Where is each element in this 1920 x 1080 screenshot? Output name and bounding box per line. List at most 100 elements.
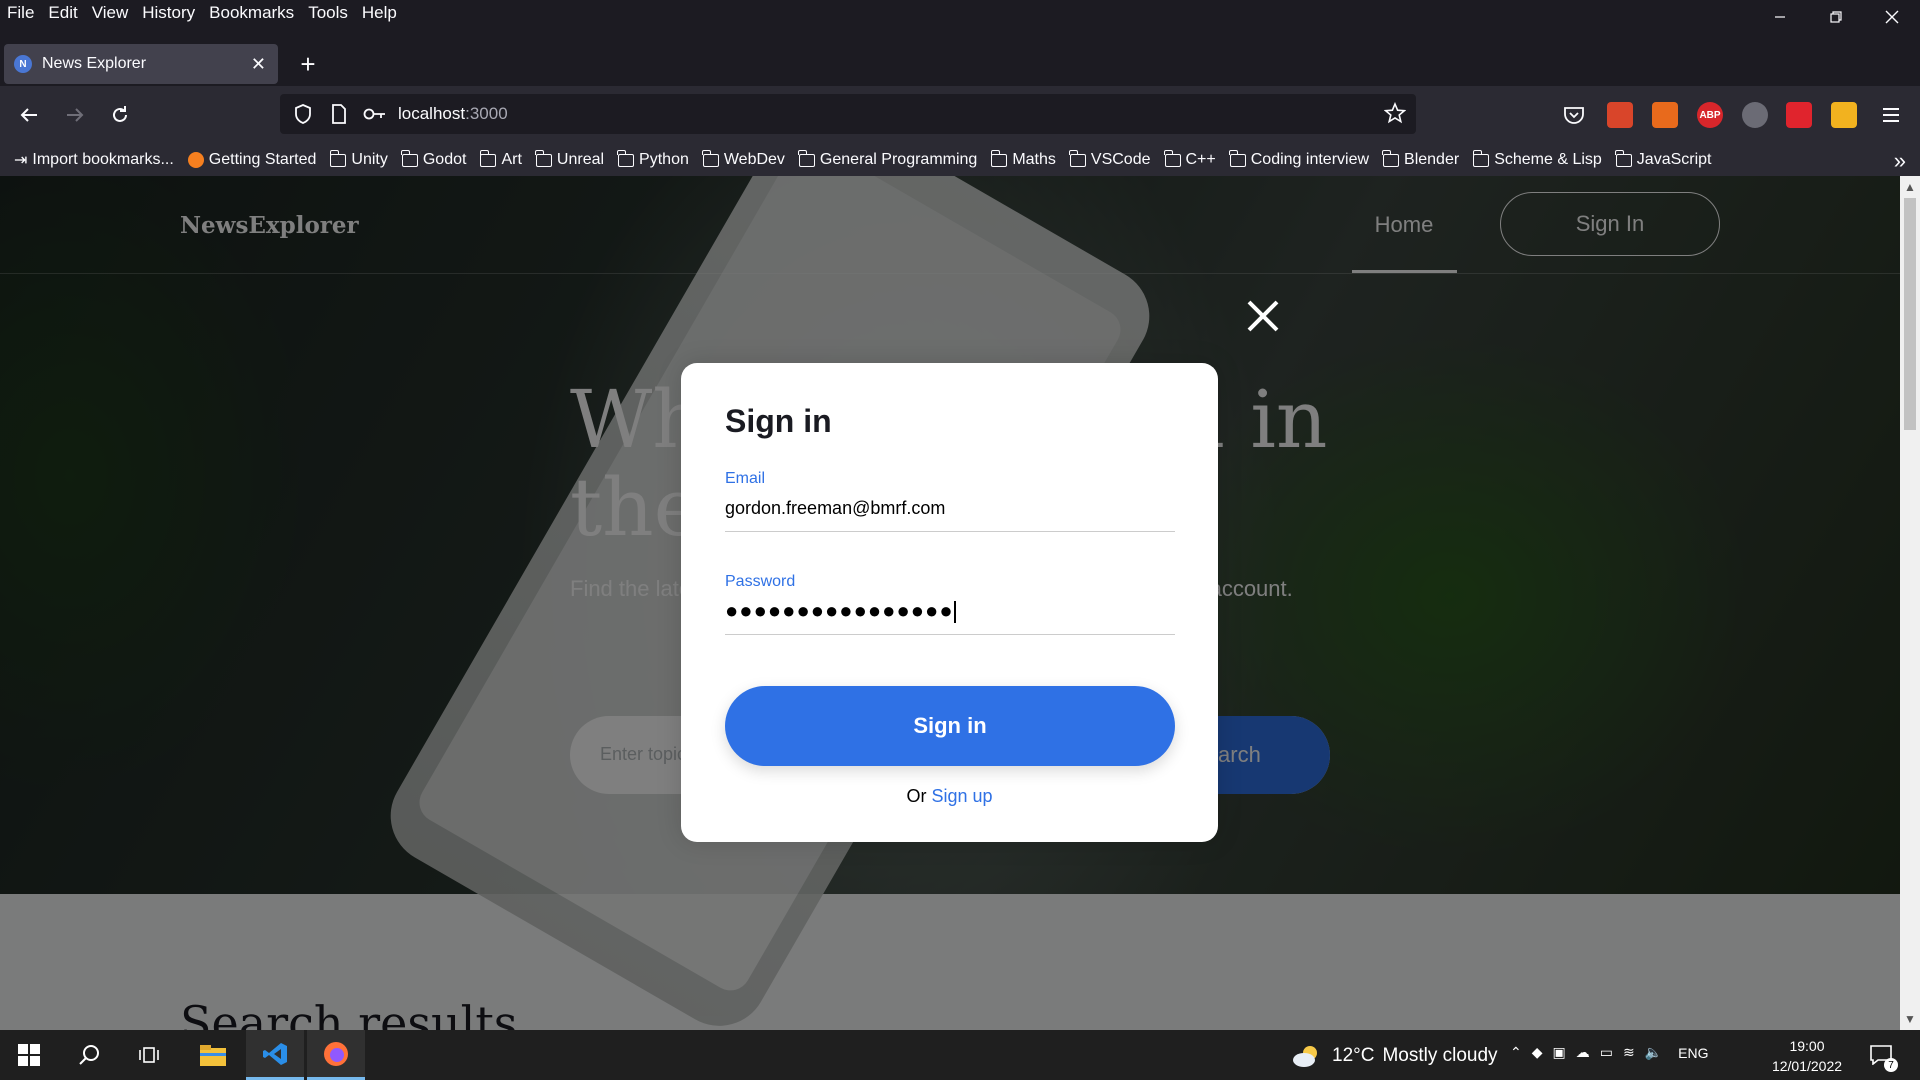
menu-view[interactable]: View <box>92 3 129 23</box>
show-hidden-icons-chevron-icon[interactable]: ⌃ <box>1510 1044 1522 1061</box>
close-window-button[interactable] <box>1864 0 1920 34</box>
forward-button[interactable] <box>58 98 92 132</box>
file-explorer-button[interactable] <box>184 1030 242 1080</box>
bookmark-folder-art[interactable]: Art <box>479 149 522 169</box>
folder-icon <box>1382 149 1400 167</box>
app-menu-button[interactable] <box>1874 98 1908 132</box>
menu-help[interactable]: Help <box>362 3 397 23</box>
search-icon <box>79 1045 99 1065</box>
folder-icon <box>990 149 1008 167</box>
bookmark-folder-general-programming[interactable]: General Programming <box>798 149 977 169</box>
folder-icon <box>1069 149 1086 167</box>
url-port: :3000 <box>465 104 508 123</box>
folder-icon <box>401 149 418 167</box>
volume-icon[interactable]: 🔈 <box>1645 1044 1662 1061</box>
bookmarks-toolbar: ⇥ Import bookmarks... Getting Started Uni… <box>0 144 1920 176</box>
bookmark-folder-unreal[interactable]: Unreal <box>535 149 604 169</box>
modal-title: Sign in <box>725 403 832 439</box>
back-arrow-icon <box>20 108 37 122</box>
firefox-icon <box>324 1041 348 1066</box>
restore-button[interactable] <box>1808 0 1864 34</box>
menu-history[interactable]: History <box>142 3 195 23</box>
folder-icon <box>479 149 497 167</box>
close-tab-icon[interactable]: ✕ <box>251 54 266 75</box>
address-bar[interactable]: localhost:3000 <box>280 94 1416 134</box>
scroll-up-icon[interactable]: ▲ <box>1904 180 1916 194</box>
extension-orange-icon[interactable] <box>1652 102 1678 128</box>
search-button[interactable] <box>60 1030 118 1080</box>
email-field[interactable]: gordon.freeman@bmrf.com <box>725 498 1175 519</box>
firefox-button[interactable] <box>307 1030 365 1080</box>
onedrive-icon[interactable]: ☁ <box>1576 1044 1590 1061</box>
meet-now-icon[interactable]: ▣ <box>1553 1044 1566 1061</box>
page-scrollbar[interactable]: ▲ ▼ <box>1900 176 1920 1030</box>
folder-icon <box>535 149 552 167</box>
folder-icon <box>1615 149 1632 167</box>
hamburger-icon <box>1883 108 1899 122</box>
menu-tools[interactable]: Tools <box>308 3 348 23</box>
site-favicon-icon: N <box>14 55 32 73</box>
extension-yellow-icon[interactable] <box>1831 102 1857 128</box>
task-view-icon <box>139 1047 159 1063</box>
extension-gray-icon[interactable] <box>1742 102 1768 128</box>
task-view-button[interactable] <box>120 1030 178 1080</box>
import-icon: ⇥ <box>14 152 28 169</box>
folder-icon <box>798 149 815 167</box>
url-host: localhost <box>398 104 466 123</box>
bookmark-getting-started[interactable]: Getting Started <box>187 151 316 169</box>
tracking-shield-icon[interactable] <box>290 104 316 124</box>
windows-taskbar: 12°C Mostly cloudy ⌃ ◆ ▣ ☁ ▭ ≋ 🔈 ENG 19:… <box>0 1030 1920 1080</box>
bookmark-folder-cpp[interactable]: C++ <box>1163 149 1216 169</box>
new-tab-button[interactable]: + <box>293 49 323 79</box>
menu-bookmarks[interactable]: Bookmarks <box>209 3 294 23</box>
menu-bar: File Edit View History Bookmarks Tools H… <box>0 0 1920 26</box>
page-viewport: NewsExplorer Home Sign In What's going o… <box>0 176 1900 1030</box>
bookmark-folder-python[interactable]: Python <box>617 149 689 169</box>
notification-center-button[interactable]: 7 <box>1866 1040 1898 1072</box>
signup-link[interactable]: Sign up <box>931 786 992 806</box>
clock-date: 12/01/2022 <box>1771 1058 1843 1074</box>
bookmarks-overflow-chevron-icon[interactable]: » <box>1894 148 1906 174</box>
text-caret <box>953 601 956 624</box>
adblock-plus-icon[interactable]: ABP <box>1697 102 1723 128</box>
password-field[interactable]: ●●●●●●●●●●●●●●●● <box>725 598 1175 624</box>
scrollbar-thumb[interactable] <box>1904 198 1916 430</box>
bookmark-folder-unity[interactable]: Unity <box>329 149 388 169</box>
folder-icon <box>617 149 635 167</box>
tab-news-explorer[interactable]: N News Explorer ✕ <box>4 44 278 84</box>
signin-submit-button[interactable]: Sign in <box>725 686 1175 766</box>
bookmark-folder-coding-interview[interactable]: Coding interview <box>1229 149 1369 169</box>
taskbar-clock[interactable]: 19:00 12/01/2022 <box>1770 1036 1844 1076</box>
bookmark-folder-godot[interactable]: Godot <box>401 149 466 169</box>
file-explorer-icon <box>200 1045 226 1066</box>
bookmark-import[interactable]: ⇥ Import bookmarks... <box>14 150 174 170</box>
minimize-button[interactable] <box>1752 0 1808 34</box>
bookmark-star-icon[interactable] <box>1383 101 1407 129</box>
bookmark-folder-javascript[interactable]: JavaScript <box>1615 149 1712 169</box>
youtube-extension-icon[interactable] <box>1786 102 1812 128</box>
extension-red-icon[interactable] <box>1607 102 1633 128</box>
menu-file[interactable]: File <box>7 3 34 23</box>
vscode-button[interactable] <box>246 1030 304 1080</box>
bookmark-folder-blender[interactable]: Blender <box>1382 149 1459 169</box>
menu-edit[interactable]: Edit <box>48 3 77 23</box>
battery-icon[interactable]: ▭ <box>1600 1044 1613 1061</box>
bookmark-folder-vscode[interactable]: VSCode <box>1069 149 1151 169</box>
key-icon[interactable] <box>362 107 388 121</box>
language-indicator[interactable]: ENG <box>1678 1045 1708 1061</box>
bookmark-folder-maths[interactable]: Maths <box>990 149 1056 169</box>
pocket-icon[interactable] <box>1561 102 1587 128</box>
start-button[interactable] <box>0 1030 58 1080</box>
reload-button[interactable] <box>103 98 137 132</box>
dropbox-icon[interactable]: ◆ <box>1532 1044 1543 1061</box>
weather-temperature: 12°C <box>1332 1045 1375 1066</box>
scroll-down-icon[interactable]: ▼ <box>1904 1012 1916 1026</box>
page-info-icon[interactable] <box>326 104 352 124</box>
close-modal-icon[interactable] <box>1245 298 1281 334</box>
bookmark-folder-webdev[interactable]: WebDev <box>702 149 785 169</box>
weather-widget[interactable]: 12°C Mostly cloudy <box>1292 1044 1498 1068</box>
back-button[interactable] <box>12 98 46 132</box>
bookmark-folder-scheme-lisp[interactable]: Scheme & Lisp <box>1472 149 1602 169</box>
clock-time: 19:00 <box>1789 1038 1825 1054</box>
wifi-icon[interactable]: ≋ <box>1623 1044 1635 1061</box>
